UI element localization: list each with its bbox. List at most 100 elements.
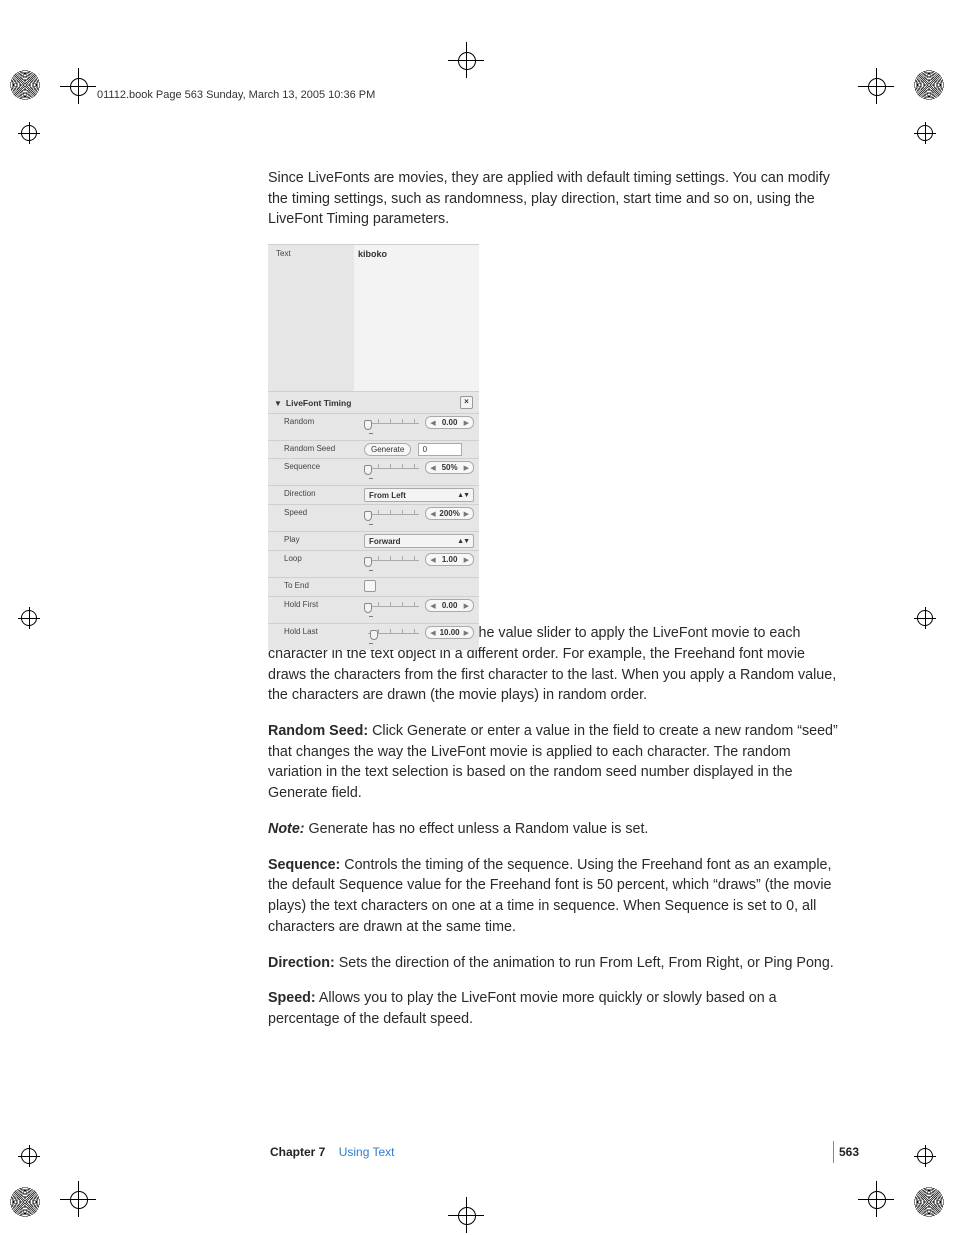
close-icon[interactable]: × xyxy=(460,396,473,409)
chevron-left-icon[interactable]: ◀ xyxy=(428,464,437,472)
registration-mark xyxy=(18,607,40,629)
value-speed: 200% xyxy=(438,509,462,518)
footer-rule xyxy=(833,1141,834,1163)
crop-target-icon xyxy=(858,1181,894,1217)
crop-target-icon xyxy=(60,68,96,104)
param-row-play: Play Forward ▲▼ xyxy=(268,531,479,550)
value-random: 0.00 xyxy=(438,418,462,427)
def-random-seed: Random Seed: Click Generate or enter a v… xyxy=(268,721,840,804)
keyframe-menu-icon[interactable]: – xyxy=(367,429,375,438)
chevron-left-icon[interactable]: ◀ xyxy=(428,556,437,564)
value-stepper-random[interactable]: ◀ 0.00 ▶ xyxy=(425,416,474,429)
param-row-random-seed: Random Seed Generate 0 xyxy=(268,440,479,458)
livefont-panel: Text kiboko ▼LiveFont Timing × Random ◀ … xyxy=(268,244,479,650)
param-row-hold-first: Hold First ◀ 0.00 ▶ – xyxy=(268,596,479,623)
label-loop: Loop xyxy=(268,551,362,577)
section-header-livefont-timing[interactable]: ▼ LiveFont Timing × xyxy=(268,391,479,413)
registration-mark xyxy=(914,122,936,144)
keyframe-menu-icon[interactable]: – xyxy=(367,639,375,648)
text-field[interactable]: kiboko xyxy=(354,245,479,391)
slider-hold-first[interactable] xyxy=(364,601,419,611)
keyframe-menu-icon[interactable]: – xyxy=(367,566,375,575)
term-speed: Speed: xyxy=(268,990,316,1006)
param-row-hold-last: Hold Last ◀ 10.00 ▶ – xyxy=(268,623,479,650)
param-row-direction: Direction From Left ▲▼ xyxy=(268,485,479,504)
keyframe-menu-icon[interactable]: – xyxy=(367,474,375,483)
value-stepper-hold-last[interactable]: ◀ 10.00 ▶ xyxy=(425,626,474,639)
slider-random[interactable] xyxy=(364,418,419,428)
note-label: Note: xyxy=(268,821,305,837)
value-loop: 1.00 xyxy=(438,555,462,564)
disclosure-triangle-icon[interactable]: ▼ xyxy=(274,399,282,408)
chevron-right-icon[interactable]: ▶ xyxy=(462,602,471,610)
slider-hold-last[interactable] xyxy=(364,628,419,638)
keyframe-menu-icon[interactable]: – xyxy=(367,520,375,529)
crop-deco xyxy=(10,1187,40,1217)
checkbox-to-end[interactable] xyxy=(364,580,376,592)
value-hold-last: 10.00 xyxy=(438,628,462,637)
crop-target-icon xyxy=(858,68,894,104)
param-row-loop: Loop ◀ 1.00 ▶ – xyxy=(268,550,479,577)
param-row-to-end: To End xyxy=(268,577,479,596)
updown-icon: ▲▼ xyxy=(457,538,469,545)
crop-target-icon xyxy=(448,1197,484,1233)
footer-page-number: 563 xyxy=(839,1145,859,1159)
registration-mark xyxy=(18,122,40,144)
body-direction: Sets the direction of the animation to r… xyxy=(335,955,834,971)
updown-icon: ▲▼ xyxy=(457,492,469,499)
footer-title: Using Text xyxy=(339,1145,395,1159)
note-body: Generate has no effect unless a Random v… xyxy=(305,821,649,837)
label-hold-first: Hold First xyxy=(268,597,362,623)
chevron-left-icon[interactable]: ◀ xyxy=(428,419,437,427)
def-direction: Direction: Sets the direction of the ani… xyxy=(268,953,840,974)
def-sequence: Sequence: Controls the timing of the seq… xyxy=(268,855,840,938)
slider-sequence[interactable] xyxy=(364,463,419,473)
label-play: Play xyxy=(268,532,362,550)
registration-mark xyxy=(18,1145,40,1167)
chevron-right-icon[interactable]: ▶ xyxy=(462,556,471,564)
chevron-left-icon[interactable]: ◀ xyxy=(428,629,437,637)
term-random-seed: Random Seed: xyxy=(268,723,368,739)
slider-speed[interactable] xyxy=(364,509,419,519)
generate-button[interactable]: Generate xyxy=(364,443,411,456)
text-row: Text kiboko xyxy=(268,244,479,391)
value-sequence: 50% xyxy=(438,463,462,472)
crop-deco xyxy=(914,1187,944,1217)
select-direction[interactable]: From Left ▲▼ xyxy=(364,488,474,502)
value-stepper-sequence[interactable]: ◀ 50% ▶ xyxy=(425,461,474,474)
crop-target-icon xyxy=(448,42,484,78)
select-play[interactable]: Forward ▲▼ xyxy=(364,534,474,548)
param-row-speed: Speed ◀ 200% ▶ – xyxy=(268,504,479,531)
keyframe-menu-icon[interactable]: – xyxy=(367,612,375,621)
value-stepper-hold-first[interactable]: ◀ 0.00 ▶ xyxy=(425,599,474,612)
label-random-seed: Random Seed xyxy=(268,441,362,458)
crop-deco xyxy=(914,70,944,100)
term-sequence: Sequence: xyxy=(268,857,340,873)
select-direction-value: From Left xyxy=(369,491,406,500)
chevron-left-icon[interactable]: ◀ xyxy=(428,602,437,610)
chevron-right-icon[interactable]: ▶ xyxy=(462,464,471,472)
section-title: LiveFont Timing xyxy=(286,398,351,408)
note: Note: Generate has no effect unless a Ra… xyxy=(268,819,840,840)
intro-paragraph: Since LiveFonts are movies, they are app… xyxy=(268,168,840,230)
label-speed: Speed xyxy=(268,505,362,531)
value-hold-first: 0.00 xyxy=(438,601,462,610)
value-stepper-speed[interactable]: ◀ 200% ▶ xyxy=(425,507,474,520)
chevron-left-icon[interactable]: ◀ xyxy=(428,510,437,518)
footer-chapter: Chapter 7 xyxy=(270,1145,325,1159)
crop-deco xyxy=(10,70,40,100)
book-header: 01112.book Page 563 Sunday, March 13, 20… xyxy=(97,89,375,101)
chevron-right-icon[interactable]: ▶ xyxy=(462,510,471,518)
crop-target-icon xyxy=(60,1181,96,1217)
registration-mark xyxy=(914,607,936,629)
chevron-right-icon[interactable]: ▶ xyxy=(462,629,471,637)
value-stepper-loop[interactable]: ◀ 1.00 ▶ xyxy=(425,553,474,566)
footer-left: Chapter 7 Using Text xyxy=(270,1145,395,1159)
slider-loop[interactable] xyxy=(364,555,419,565)
label-direction: Direction xyxy=(268,486,362,504)
body-speed: Allows you to play the LiveFont movie mo… xyxy=(268,990,777,1027)
def-speed: Speed: Allows you to play the LiveFont m… xyxy=(268,988,840,1029)
seed-field[interactable]: 0 xyxy=(418,443,462,456)
registration-mark xyxy=(914,1145,936,1167)
chevron-right-icon[interactable]: ▶ xyxy=(462,419,471,427)
